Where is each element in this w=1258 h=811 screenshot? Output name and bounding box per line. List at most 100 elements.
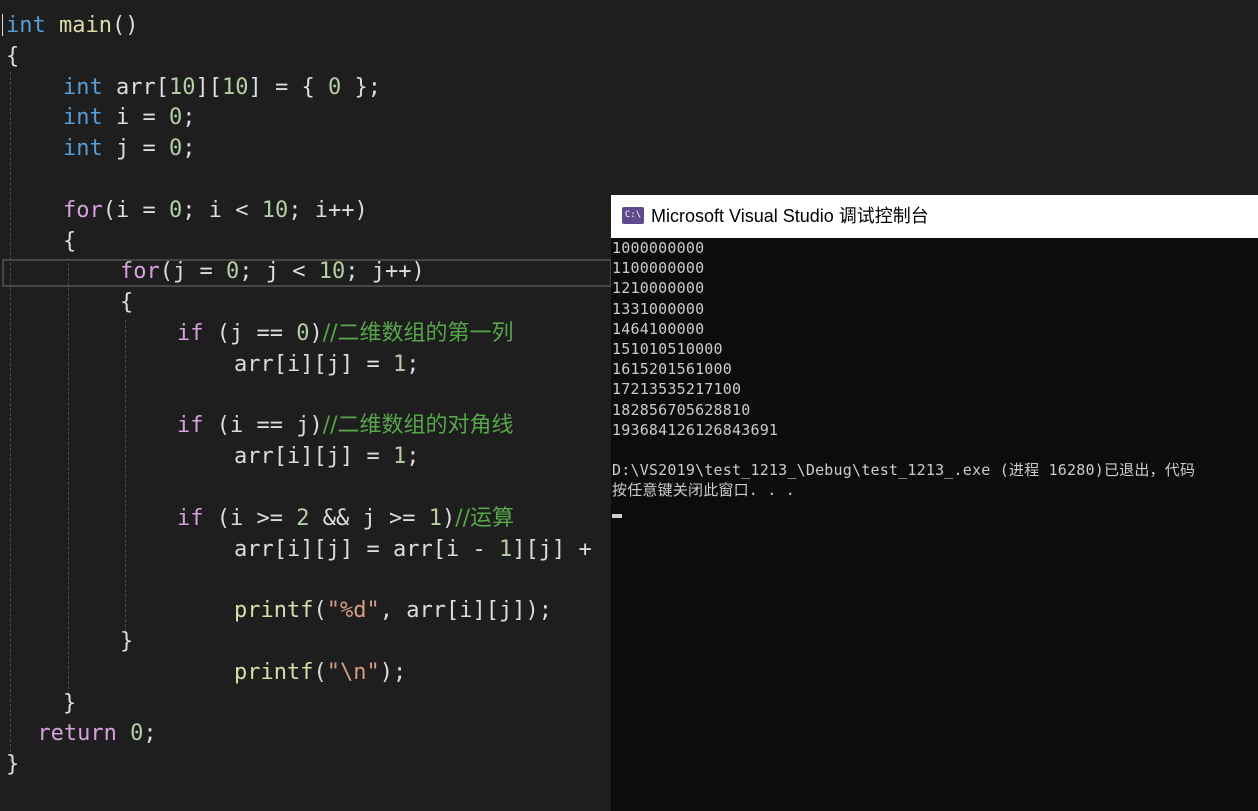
code-line[interactable]: { [6,41,19,72]
code-token-plain: = [186,259,226,285]
code-token-plain: ] = { [248,74,328,100]
code-token-plain: () [111,13,139,38]
code-token-num: 10 [318,259,346,285]
console-cursor [612,514,622,518]
code-token-plain: j [326,444,340,470]
indent-guide [10,72,11,762]
code-token-plain: } [6,752,20,778]
code-token-num: 1 [498,536,513,562]
code-line[interactable]: int i = 0; [63,102,196,133]
code-token-plain: i [459,598,473,624]
code-token-plain: ; [182,197,209,223]
code-token-num: 10 [222,74,249,100]
code-token-plain: ++) [328,197,368,223]
code-token-plain: arr [234,536,274,562]
code-line[interactable]: } [120,626,133,657]
code-line[interactable]: printf("\n"); [234,657,406,688]
console-output-line: 1210000000 [612,279,705,298]
code-line[interactable]: int j = 0; [63,133,196,164]
code-token-plain: ; [143,721,157,747]
code-token-plain: [ [273,351,287,377]
code-line[interactable]: } [6,749,19,780]
code-token-plain: j [326,351,340,377]
console-output-line: 1100000000 [612,259,705,278]
code-line[interactable]: if (j == 0)//二维数组的第一列 [177,318,514,349]
console-app-icon: C:\ [622,207,644,224]
code-line[interactable]: if (i >= 2 && j >= 1)//运算 [177,503,514,534]
code-line[interactable]: for(j = 0; j < 10; j++) [120,256,425,287]
debug-console-window[interactable]: C:\ Microsoft Visual Studio 调试控制台 100000… [611,195,1258,811]
code-token-plain: ; [406,444,420,470]
code-line[interactable]: int main() [6,10,138,41]
code-token-num: 0 [169,197,183,223]
code-token-num: 1 [428,505,442,531]
code-token-plain: ) [441,505,456,531]
code-token-flow: return [37,721,117,747]
code-token-plain: j [296,413,310,439]
code-token-plain: = [129,136,169,162]
code-token-num: 0 [169,105,183,131]
code-token-plain: < [222,197,262,223]
console-output-line: 1000000000 [612,239,705,257]
code-token-plain: ; [345,259,372,285]
console-titlebar[interactable]: C:\ Microsoft Visual Studio 调试控制台 [611,195,1258,238]
code-token-plain: } [120,629,134,654]
code-token-plain: ); [379,659,407,685]
code-token-func: printf [234,598,314,624]
code-token-plain: i [230,505,244,531]
code-token-plain: i [445,536,460,562]
code-token-func: main [59,13,112,38]
code-token-plain: ) [309,321,323,346]
code-line[interactable]: } [63,688,76,719]
code-line[interactable]: int arr[10][10] = { 0 }; [63,72,381,103]
code-token-plain: [ [432,536,446,562]
code-line[interactable]: if (i == j)//二维数组的对角线 [177,410,514,441]
code-token-flow: for [63,197,103,223]
code-token-plain: ( [313,598,327,624]
console-output-line: 1464100000 [612,319,705,338]
code-token-keyword: int [63,74,103,100]
code-token-plain: i [287,351,301,377]
code-token-plain: j [498,598,513,624]
console-output-line: 193684126126843691 [612,420,779,439]
code-token-plain: arr [116,74,156,100]
code-line[interactable]: for(i = 0; i < 10; i++) [63,195,368,226]
code-token-plain: i [287,444,301,470]
code-line[interactable]: return 0; [37,718,156,749]
code-token-plain: ( [159,259,173,285]
code-line[interactable]: { [63,226,76,257]
console-output-line: 1615201561000 [612,360,732,379]
code-token-plain: j [116,136,130,162]
code-token-plain: j [230,321,244,346]
code-token-plain: ][ [195,74,223,100]
console-output-line: 按任意键关闭此窗口. . . [612,481,795,500]
code-token-plain: == [243,413,297,439]
code-token-plain: [ [273,444,287,470]
code-token-plain: >= [243,505,297,531]
code-token-plain: ; [288,197,315,223]
code-token-plain: < [279,259,319,285]
console-output-line: 151010510000 [612,340,723,358]
code-token-num: 1 [392,351,407,377]
code-token-plain: i [116,197,130,223]
code-line[interactable]: { [120,287,133,318]
code-line[interactable]: printf("%d", arr[i][j]); [234,595,552,626]
code-token-plain: j [265,259,279,285]
code-line[interactable]: arr[i][j] = 1; [234,349,419,380]
code-token-plain: i [230,413,244,439]
code-line[interactable]: arr[i][j] = arr[i - 1][j] + [234,534,592,565]
code-token-keyword: int [63,136,103,162]
code-token-plain: ][ [300,444,327,470]
console-output-line: D:\VS2019\test_1213_\Debug\test_1213_.ex… [612,461,1196,480]
code-token-flow: if [177,321,204,346]
indent-guide [68,258,69,694]
code-token-plain: ) [309,413,323,439]
code-token-plain: i [116,105,130,131]
code-line[interactable]: arr[i][j] = 1; [234,441,419,472]
code-token-num: 0 [130,721,144,747]
code-token-flow: if [177,505,204,531]
console-output[interactable]: 1000000000 1100000000 1210000000 1331000000… [611,238,1258,811]
code-token-plain: } [63,690,77,716]
